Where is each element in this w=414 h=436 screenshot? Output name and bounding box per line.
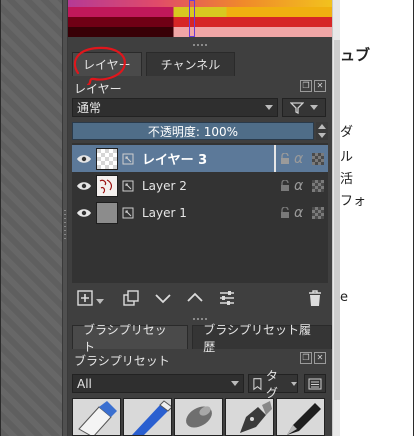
layer-filter-button[interactable]	[282, 98, 326, 117]
blend-mode-select[interactable]: 通常	[72, 98, 278, 117]
layer-name[interactable]: Layer 1	[142, 206, 187, 220]
delete-layer-icon[interactable]	[306, 289, 324, 307]
tag-button[interactable]: タグ	[248, 369, 298, 400]
tab-brush-presets[interactable]: ブラシプリセット	[72, 323, 189, 354]
brush-preset-grid	[72, 398, 328, 436]
chevron-down-icon	[291, 381, 297, 386]
document-pane: ュブ ダ ル 活 フォ e	[340, 0, 413, 436]
layer-properties-icon[interactable]	[122, 207, 134, 219]
brush-preset-eraser[interactable]	[72, 398, 121, 436]
layer-properties-icon[interactable]	[122, 153, 134, 165]
add-layer-icon[interactable]	[76, 289, 94, 307]
layer-tabs: レイヤー チャンネル	[72, 52, 236, 76]
canvas-area[interactable]	[1, 0, 62, 436]
float-icon[interactable]: ❐	[300, 80, 312, 92]
chevron-down-icon	[231, 381, 239, 386]
opacity-slider[interactable]: 不透明度: 100%	[72, 122, 314, 140]
lock-icon[interactable]	[280, 152, 290, 165]
lock-icon[interactable]	[280, 179, 290, 192]
float-icon[interactable]: ❐	[300, 352, 312, 364]
brush-preset-airbrush[interactable]	[174, 398, 223, 436]
lock-icon[interactable]	[280, 206, 290, 219]
duplicate-layer-icon[interactable]	[122, 289, 140, 307]
tab-channels[interactable]: チャンネル	[145, 52, 236, 76]
document-text: 活	[340, 172, 354, 187]
tag-label: タグ	[265, 368, 278, 400]
sketch-thumbnail-image	[99, 178, 113, 193]
move-layer-down-icon[interactable]	[154, 289, 172, 307]
brush-tabs: ブラシプリセット ブラシプリセット履歴	[72, 323, 332, 354]
document-text: ダ	[340, 125, 354, 140]
brush-title-buttons: ❐ ✕	[300, 352, 326, 364]
airbrush-icon	[186, 406, 212, 428]
eye-icon[interactable]	[76, 208, 92, 218]
layer-name[interactable]: レイヤー 3	[142, 149, 207, 168]
pen-icon	[287, 403, 321, 435]
alpha-lock-icon[interactable]: α	[294, 205, 303, 221]
document-text: e	[340, 290, 348, 305]
layer-list[interactable]: レイヤー 3 α Layer 2 α Layer 1 α	[72, 143, 328, 283]
layer-toolbar	[74, 289, 326, 309]
inherit-alpha-icon[interactable]	[312, 179, 324, 192]
filter-icon	[290, 101, 304, 114]
blend-mode-value: 通常	[77, 101, 102, 115]
layers-title-buttons: ❐ ✕	[300, 80, 326, 92]
layer-thumbnail	[96, 174, 118, 197]
eye-icon[interactable]	[76, 181, 92, 191]
chevron-down-icon	[265, 105, 273, 110]
docker-grip[interactable]	[193, 44, 207, 46]
eraser-icon	[78, 401, 117, 435]
inherit-alpha-icon[interactable]	[312, 152, 324, 165]
chevron-down-icon	[310, 105, 318, 110]
close-icon[interactable]: ✕	[314, 80, 326, 92]
docker-panel: レイヤー チャンネル レイヤー ❐ ✕ 通常 不透明度: 100% レイヤー 3…	[68, 0, 332, 436]
color-swatch-row[interactable]	[68, 7, 332, 17]
opacity-spinner[interactable]	[316, 122, 328, 140]
layer-thumbnail	[96, 201, 118, 224]
color-marker	[189, 0, 195, 37]
list-view-icon	[308, 378, 322, 389]
alpha-lock-icon[interactable]: α	[294, 178, 303, 194]
layer-row[interactable]: Layer 2 α	[72, 172, 328, 199]
layer-thumbnail	[96, 147, 118, 170]
move-layer-up-icon[interactable]	[186, 289, 204, 307]
brush-presets-title: ブラシプリセット	[74, 354, 170, 368]
document-text: ル	[340, 150, 354, 165]
brush-preset-pen[interactable]	[276, 398, 325, 436]
color-swatch-row[interactable]	[68, 17, 332, 27]
eye-icon[interactable]	[76, 154, 92, 164]
brush-filter-select[interactable]: All	[72, 374, 244, 393]
splitter-grip[interactable]	[64, 210, 66, 240]
close-icon[interactable]: ✕	[314, 352, 326, 364]
color-selector[interactable]	[68, 0, 332, 46]
layer-row[interactable]: レイヤー 3 α	[72, 145, 328, 172]
inherit-alpha-icon[interactable]	[312, 206, 324, 219]
brush-filter-value: All	[77, 376, 92, 391]
layer-properties-sliders-icon[interactable]	[218, 289, 236, 307]
tab-brush-history[interactable]: ブラシプリセット履歴	[192, 323, 332, 354]
vertical-scrollbar[interactable]	[332, 0, 340, 436]
color-swatch-row[interactable]	[68, 27, 332, 37]
layer-properties-icon[interactable]	[122, 180, 134, 192]
layers-title: レイヤー	[74, 82, 122, 96]
marker-icon	[132, 400, 171, 435]
spin-up-icon[interactable]	[318, 124, 326, 129]
layer-name[interactable]: Layer 2	[142, 179, 187, 193]
pen-nib-icon	[240, 401, 272, 433]
tag-icon	[253, 377, 262, 390]
layer-row[interactable]: Layer 1 α	[72, 199, 328, 226]
add-layer-dropdown-icon[interactable]	[96, 299, 104, 305]
selection-edge	[274, 145, 276, 172]
view-mode-button[interactable]	[304, 374, 326, 393]
document-text: フォ	[340, 194, 367, 209]
brush-preset-marker[interactable]	[123, 398, 172, 436]
spin-down-icon[interactable]	[318, 133, 326, 138]
alpha-lock-icon[interactable]: α	[294, 151, 303, 167]
color-swatch-row[interactable]	[68, 0, 332, 7]
tab-layers[interactable]: レイヤー	[72, 52, 142, 76]
document-text: ュブ	[340, 46, 371, 64]
brush-preset-fountain-pen[interactable]	[225, 398, 274, 436]
